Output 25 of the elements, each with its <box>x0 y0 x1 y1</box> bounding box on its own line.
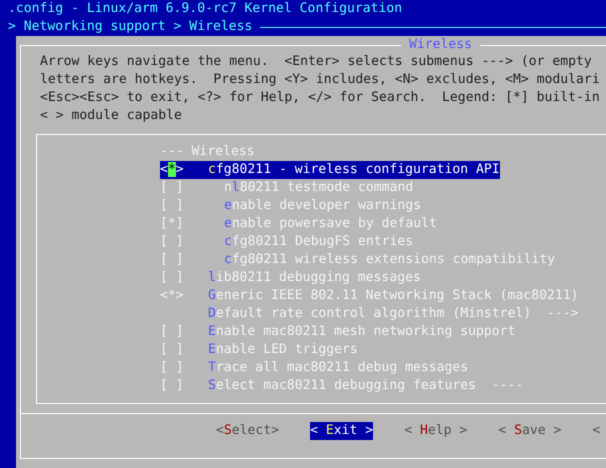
menu-item[interactable]: [ ] nl80211 testmode command <box>160 179 414 197</box>
dialog-button[interactable]: < Help > <box>404 422 468 440</box>
menu-item[interactable]: Default rate control algorithm (Minstrel) ---> <box>160 305 579 323</box>
help-text: letters are hotkeys. Pressing <Y> includes, <N> excludes, <M> modulari <box>40 71 601 89</box>
menu-comment: --- Wireless <box>160 143 255 161</box>
menu-item[interactable]: <*> Generic IEEE 802.11 Networking Stack (mac80211) <box>160 287 579 305</box>
help-text: Arrow keys navigate the menu. <Enter> selects submenus ---> (or empty <box>40 53 593 71</box>
help-text: <Esc><Esc> to exit, <?> for Help, </> for Search. Legend: [*] built-in <box>40 89 601 107</box>
dialog-button[interactable]: <Select> <box>216 422 280 440</box>
dialog-button[interactable]: < Save > <box>498 422 562 440</box>
help-text: < > module capable <box>40 107 183 125</box>
menu-item[interactable]: [ ] cfg80211 wireless extensions compatibility <box>160 251 556 269</box>
menu-item[interactable]: [*] enable powersave by default <box>160 215 437 233</box>
menu-item[interactable]: [ ] Select mac80211 debugging features ---- <box>160 377 524 395</box>
dialog-button[interactable]: < <box>592 422 600 440</box>
menu-item[interactable]: [ ] enable developer warnings <box>160 197 422 215</box>
window-title: .config - Linux/arm 6.9.0-rc7 Kernel Configuration <box>7 0 404 18</box>
dialog-button[interactable]: < Exit > <box>310 422 374 440</box>
menu-item[interactable]: [ ] Enable mac80211 mesh networking support <box>160 323 516 341</box>
breadcrumb: > Networking support > Wireless <box>7 18 252 36</box>
menu-item[interactable]: [ ] Trace all mac80211 debug messages <box>160 359 468 377</box>
menu-item[interactable]: [ ] Enable LED triggers <box>160 341 358 359</box>
menu-item[interactable]: [ ] lib80211 debugging messages <box>160 269 421 287</box>
menu-item[interactable]: <*> cfg80211 - wireless configuration API <box>160 161 500 179</box>
menu-item[interactable]: [ ] cfg80211 DebugFS entries <box>160 233 414 251</box>
